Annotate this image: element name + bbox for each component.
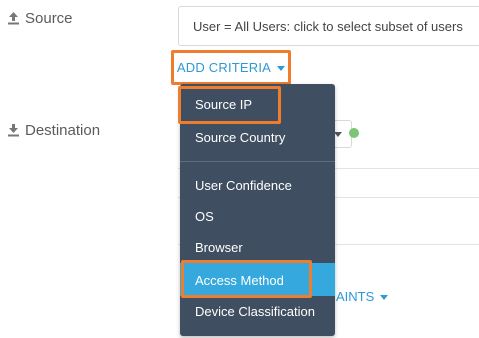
caret-down-icon	[277, 66, 286, 71]
source-label: Source	[25, 10, 73, 27]
upload-icon	[8, 12, 19, 25]
background-link-label: AINTS	[336, 289, 375, 304]
download-icon	[8, 124, 19, 137]
source-label-row: Source	[8, 10, 73, 27]
menu-item-label: Device Classification	[195, 303, 315, 319]
menu-item-source-country[interactable]: Source Country	[180, 122, 335, 152]
menu-item-label: OS	[195, 208, 214, 224]
add-criteria-label: ADD CRITERIA	[176, 60, 272, 75]
highlight-box-source-ip	[178, 86, 281, 124]
source-user-selector[interactable]: User = All Users: click to select subset…	[178, 6, 479, 46]
menu-item-label: Source Country	[195, 129, 286, 145]
add-criteria-button[interactable]: ADD CRITERIA	[171, 50, 291, 85]
menu-divider	[180, 161, 335, 162]
source-value-text: User = All Users: click to select subset…	[193, 18, 463, 34]
chevron-down-icon	[334, 132, 342, 137]
menu-item-os[interactable]: OS	[180, 201, 335, 231]
status-dot	[349, 128, 359, 138]
menu-item-browser[interactable]: Browser	[180, 232, 335, 262]
destination-label-row: Destination	[8, 122, 100, 139]
caret-down-icon	[380, 295, 389, 300]
destination-label: Destination	[25, 122, 101, 139]
menu-item-user-confidence[interactable]: User Confidence	[180, 170, 335, 200]
highlight-box-access-method	[181, 260, 312, 298]
menu-item-device-classification[interactable]: Device Classification	[180, 296, 335, 326]
menu-item-label: User Confidence	[195, 177, 292, 193]
menu-item-label: Browser	[195, 239, 243, 255]
background-link[interactable]: AINTS	[336, 289, 389, 304]
